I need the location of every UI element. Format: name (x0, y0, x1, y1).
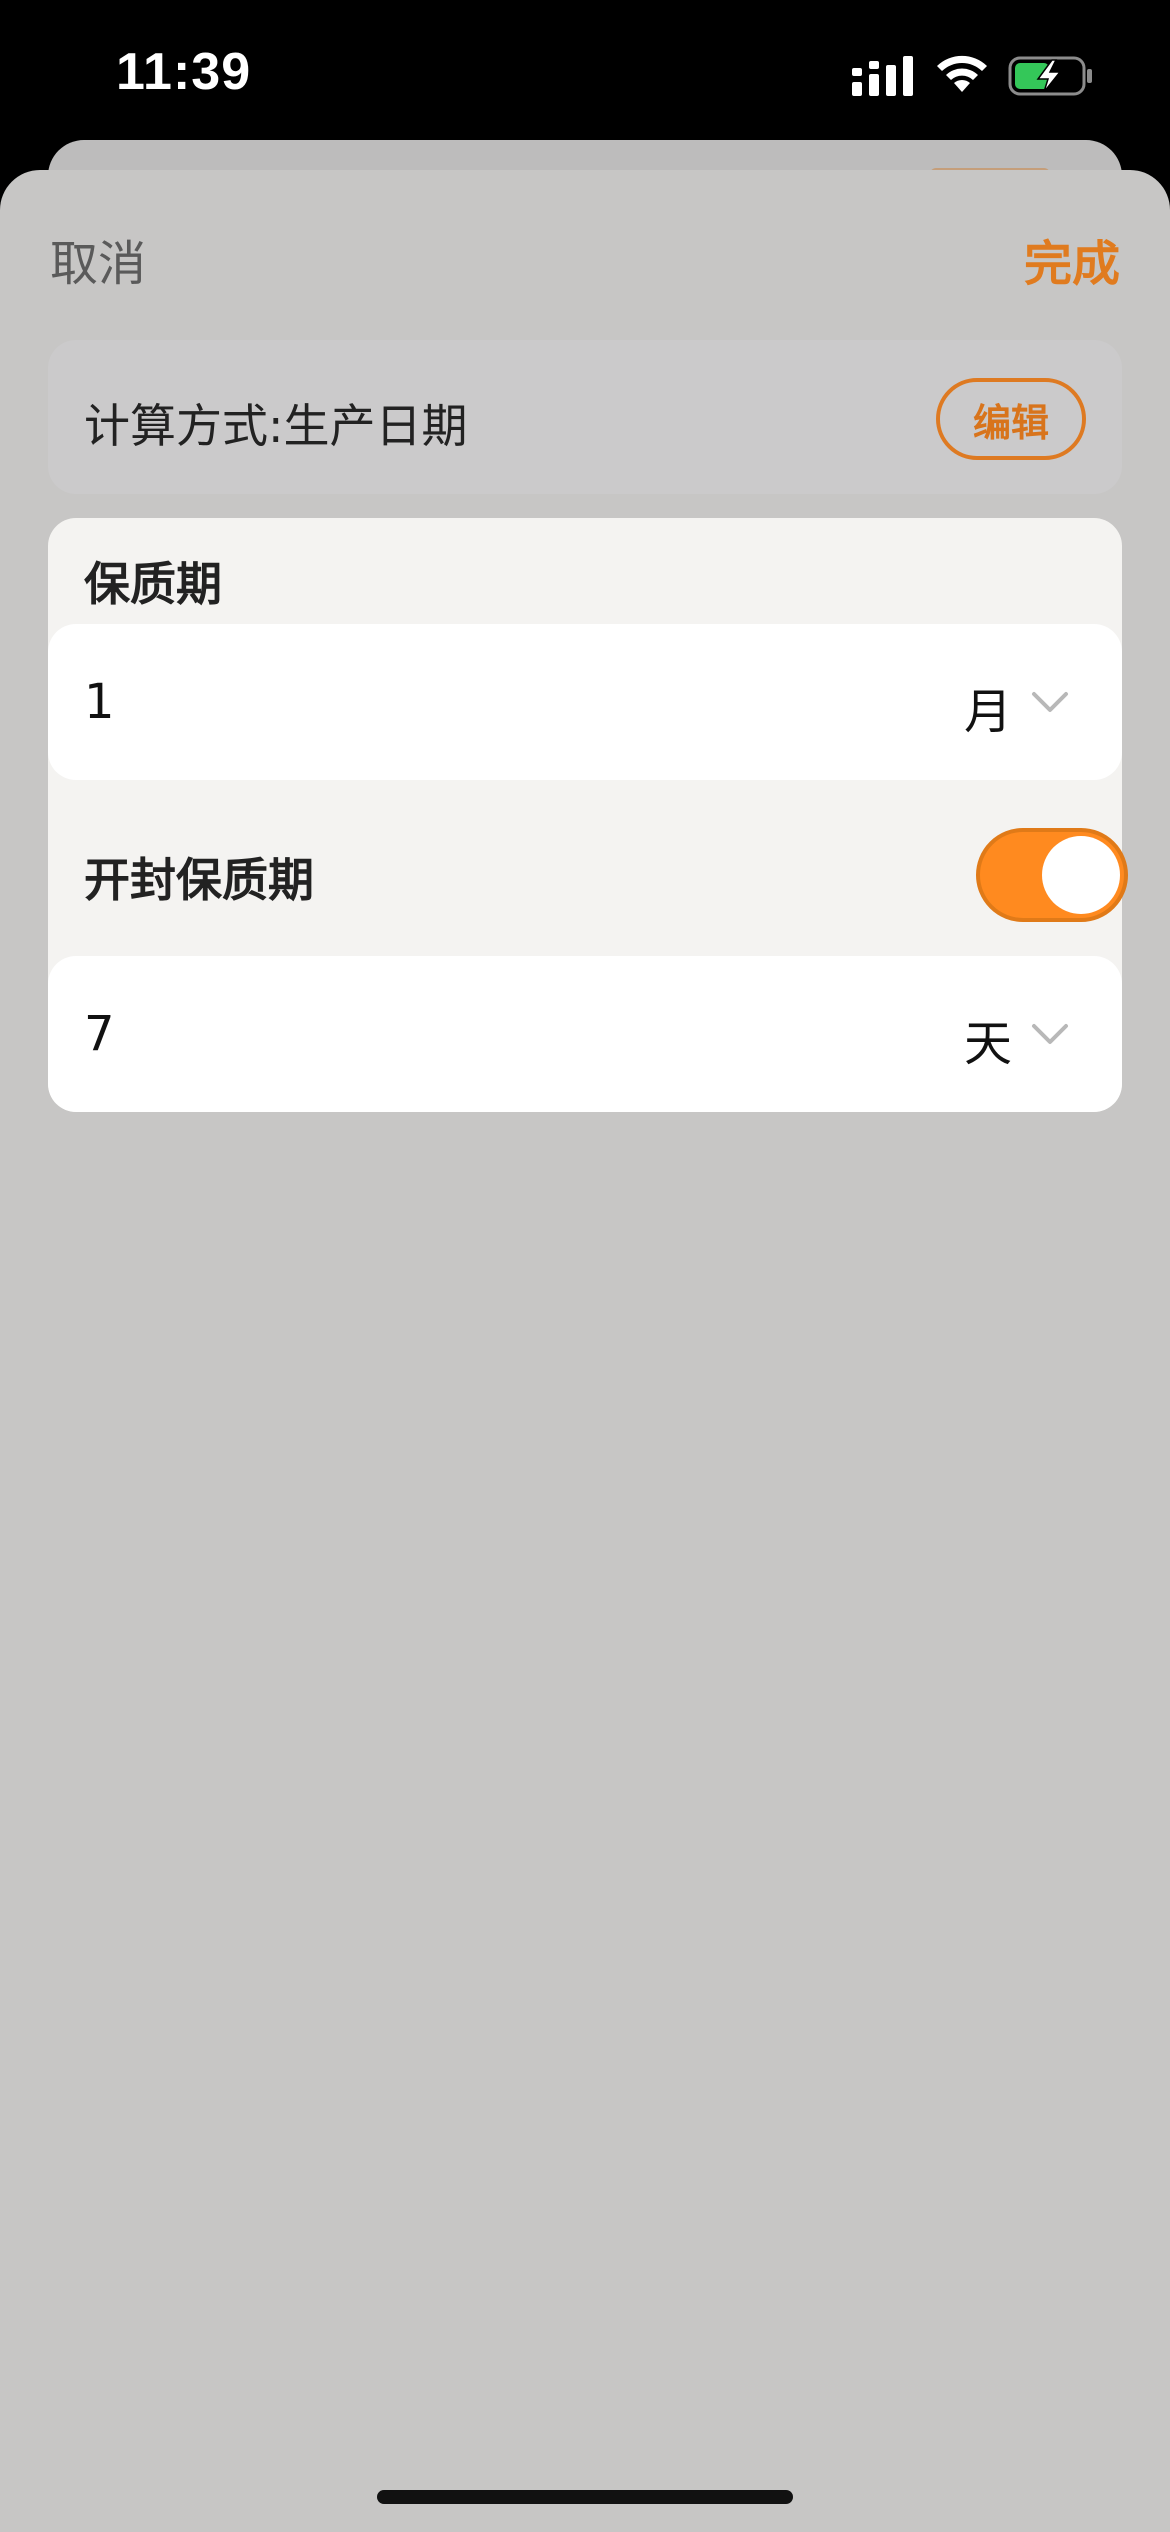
chevron-down-icon[interactable] (1030, 682, 1070, 722)
toggle-knob (1042, 836, 1120, 914)
shelf-life-value-input[interactable]: 1 (84, 674, 115, 730)
calculation-method-row: 计算方式:生产日期 编辑 (48, 340, 1122, 494)
wifi-icon (937, 55, 987, 92)
battery-charging-icon (1008, 56, 1092, 96)
screen: 11:39 取消 完成 计算方式:生产日期 编辑 保质期 1 月 开封保质期 7… (0, 0, 1170, 2532)
opened-shelf-life-value-input[interactable]: 7 (84, 1006, 115, 1062)
shelf-life-group: 保质期 1 月 开封保质期 7 天 (48, 518, 1122, 1112)
signal-bars-icon (852, 56, 913, 96)
status-bar: 11:39 (0, 0, 1170, 150)
cancel-button[interactable]: 取消 (50, 224, 146, 294)
edit-button[interactable]: 编辑 (936, 378, 1086, 460)
opened-shelf-life-unit-select[interactable]: 天 (964, 1004, 1012, 1074)
chevron-down-icon[interactable] (1030, 1014, 1070, 1054)
calculation-method-label: 计算方式:生产日期 (84, 399, 468, 453)
opened-shelf-life-title: 开封保质期 (84, 853, 314, 907)
shelf-life-unit-select[interactable]: 月 (964, 672, 1012, 742)
opened-shelf-life-toggle[interactable] (976, 828, 1128, 922)
home-indicator[interactable] (377, 2490, 793, 2504)
shelf-life-value-row[interactable]: 1 月 (48, 624, 1122, 780)
done-button[interactable]: 完成 (1024, 224, 1120, 294)
shelf-life-title: 保质期 (84, 557, 222, 611)
edit-sheet: 取消 完成 计算方式:生产日期 编辑 保质期 1 月 开封保质期 7 天 (0, 170, 1170, 2532)
opened-shelf-life-value-row[interactable]: 7 天 (48, 956, 1122, 1112)
status-time: 11:39 (116, 43, 252, 101)
